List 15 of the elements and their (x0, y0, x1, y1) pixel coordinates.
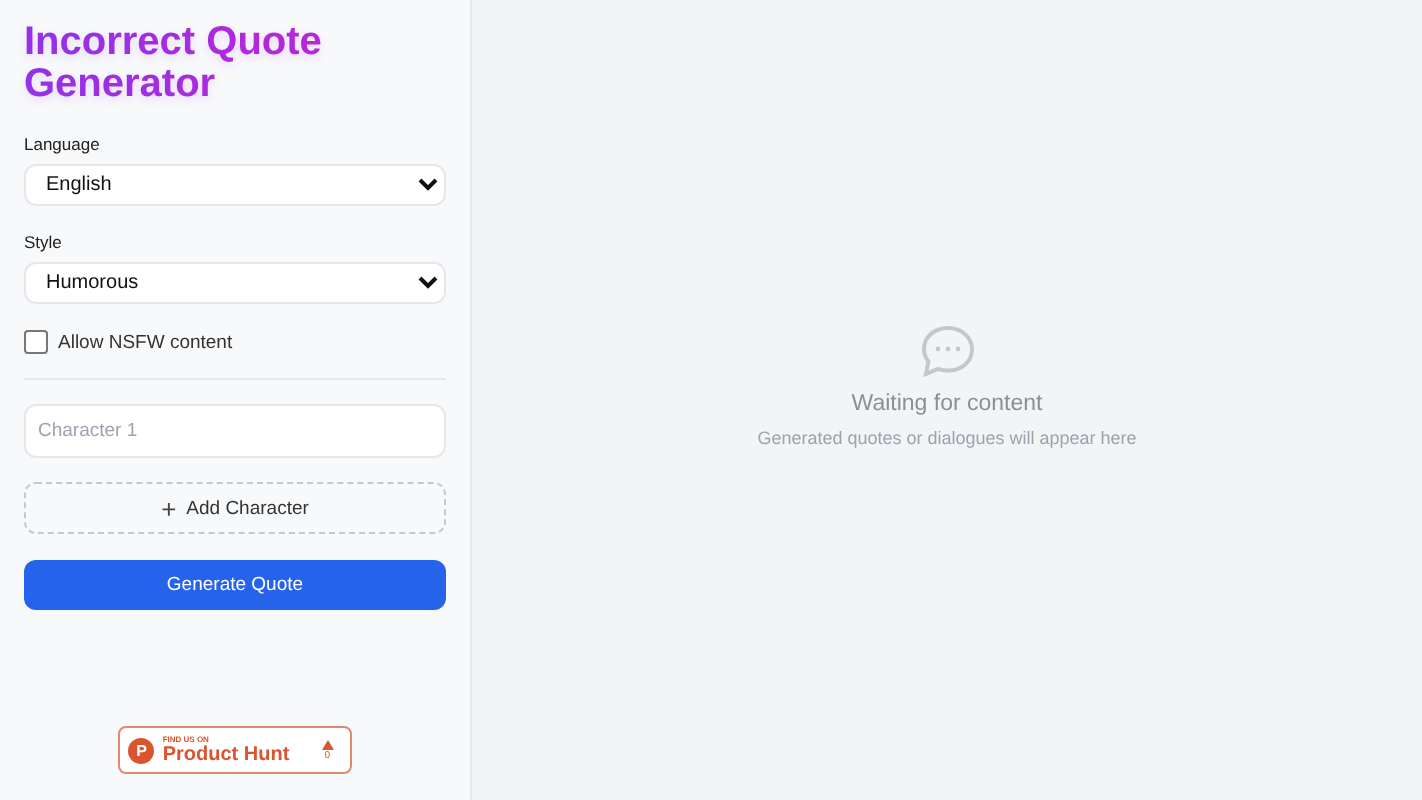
field-label: Language (24, 134, 100, 154)
add-character-button[interactable]: + Add Character (24, 482, 446, 534)
empty-state-title: Waiting for content (851, 392, 1043, 416)
field-label: Style (24, 232, 62, 252)
badge-name: Product Hunt (162, 744, 290, 766)
checkbox-label: Allow NSFW content (58, 331, 233, 353)
dropdown-field[interactable]: English (24, 164, 446, 206)
empty-state-subtitle: Generated quotes or dialogues will appear here (757, 428, 1137, 448)
generate-button[interactable]: Generate Quote (24, 560, 446, 610)
character-field[interactable]: Character 1 (24, 404, 446, 458)
upvote-icon (321, 739, 334, 749)
checkbox[interactable] (24, 330, 48, 354)
dropdown-field[interactable]: Humorous (24, 262, 446, 304)
chat-bubble-icon (917, 324, 977, 380)
logo-icon: P (128, 737, 155, 763)
